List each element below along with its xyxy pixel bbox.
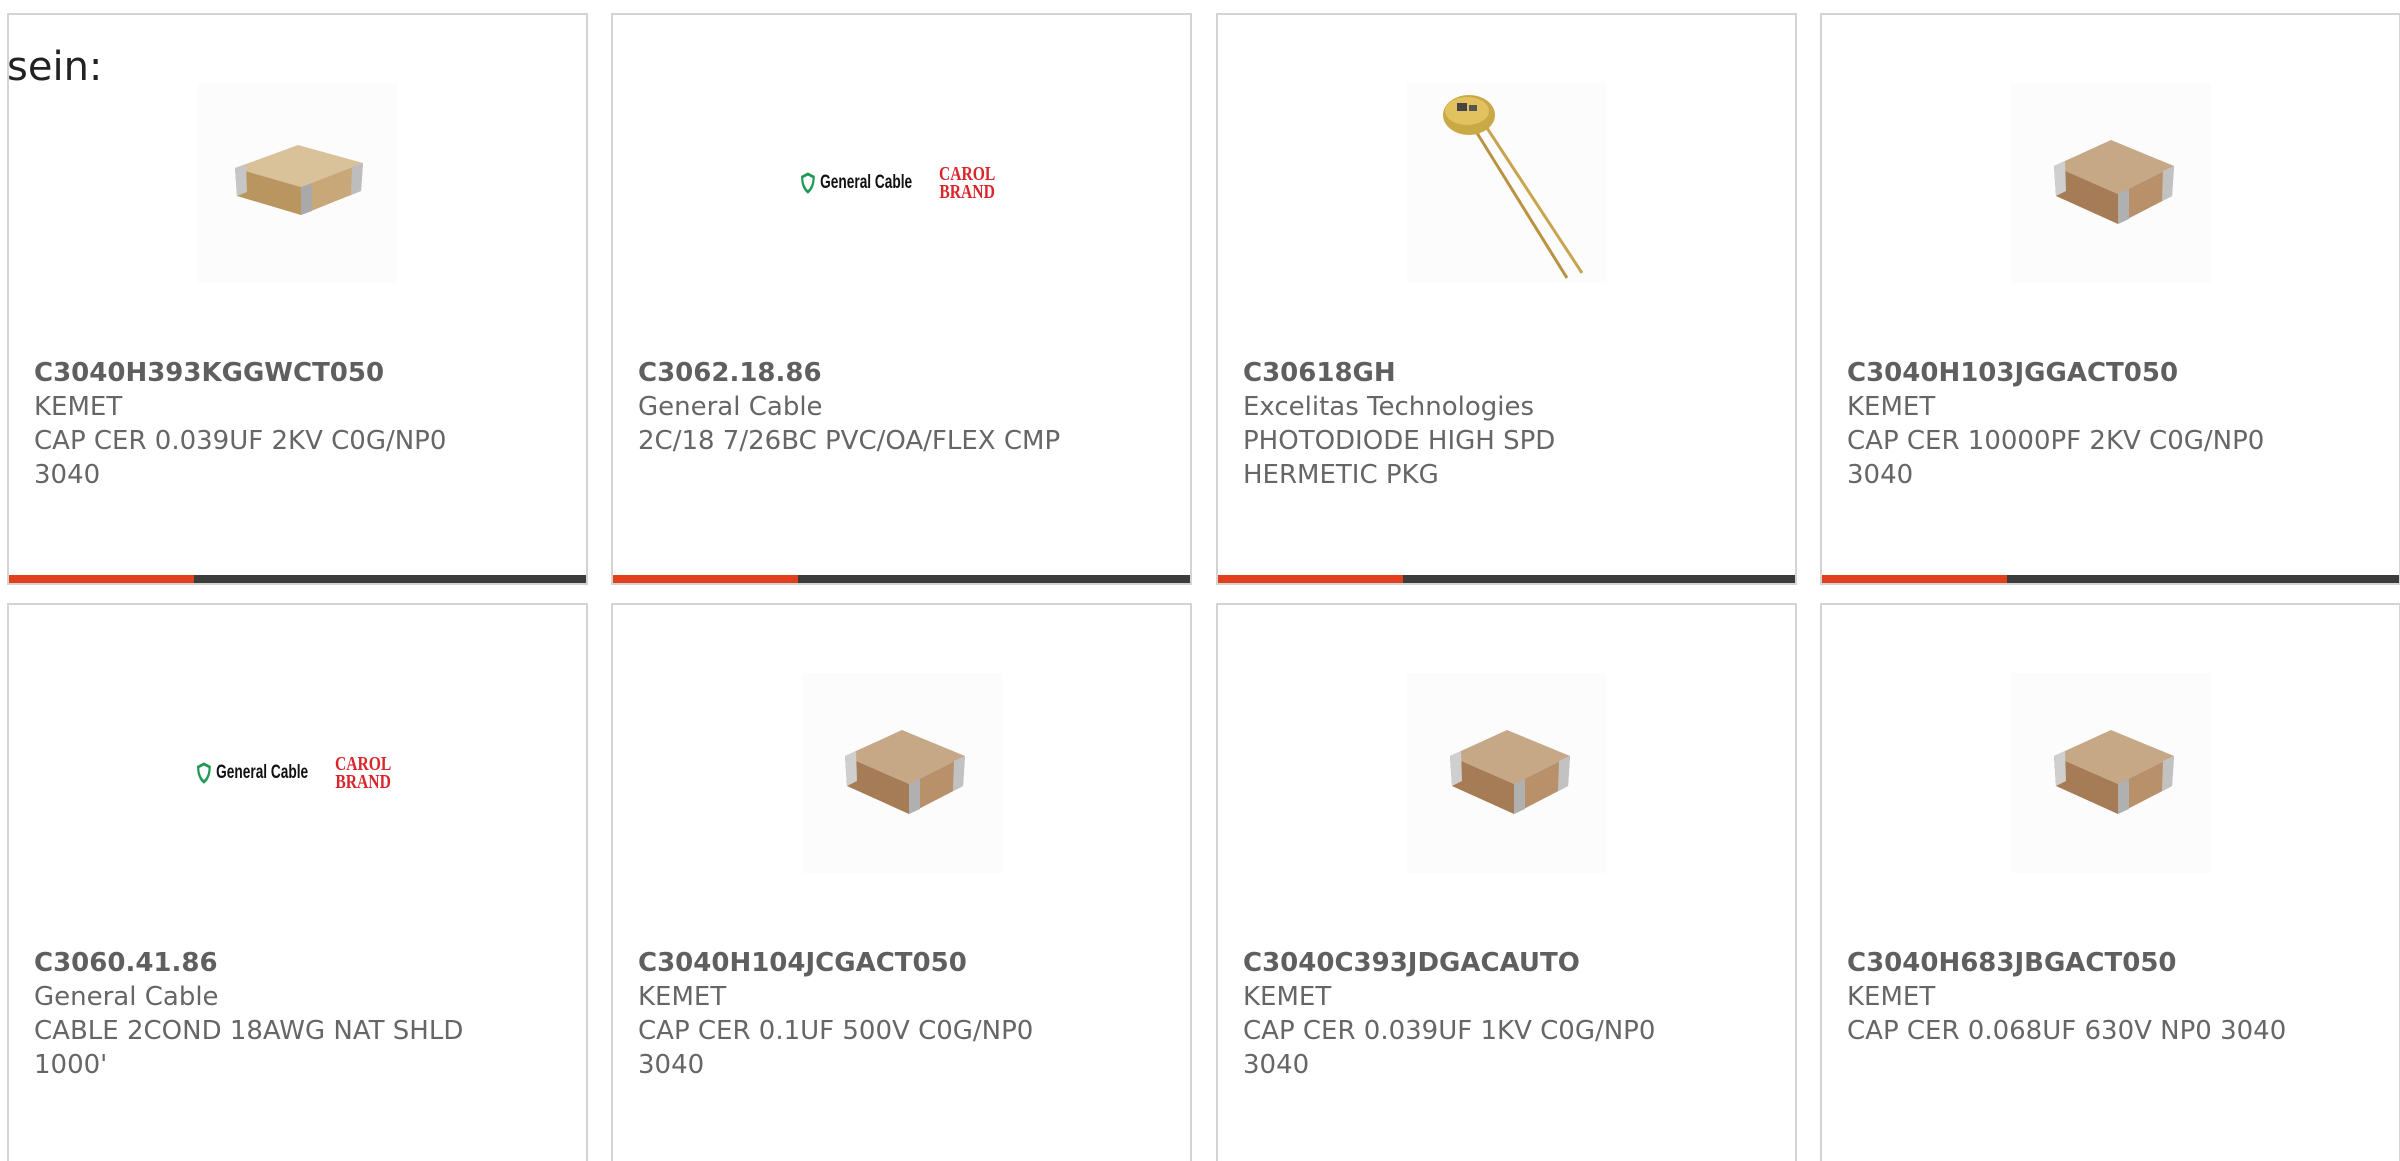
product-image[interactable] — [2010, 673, 2211, 873]
product-info: C3040H103JGGACT050 KEMET CAP CER 10000PF… — [1847, 356, 2379, 492]
part-number[interactable]: C3060.41.86 — [34, 946, 566, 980]
product-card[interactable]: C30618GH Excelitas Technologies PHOTODIO… — [1216, 13, 1797, 585]
manufacturer: General Cable — [34, 982, 219, 1012]
product-image[interactable] — [197, 83, 398, 283]
product-info: C3040H683JBGACT050 KEMET CAP CER 0.068UF… — [1847, 946, 2379, 1048]
shield-icon — [800, 172, 815, 194]
progress-bar — [1218, 575, 1795, 583]
progress-bar — [1822, 575, 2399, 583]
description: CAP CER 0.068UF 630V NP0 3040 — [1847, 1016, 2287, 1046]
part-number[interactable]: C30618GH — [1243, 356, 1775, 390]
part-number[interactable]: C3040H104JCGACT050 — [638, 946, 1170, 980]
progress-fill — [1822, 575, 2007, 583]
product-card[interactable]: General Cable CAROL BRAND C3062.18.86 Ge… — [611, 13, 1192, 585]
description: CABLE 2COND 18AWG NAT SHLD 1000' — [34, 1016, 464, 1080]
product-info: C30618GH Excelitas Technologies PHOTODIO… — [1243, 356, 1775, 492]
product-card[interactable]: C3040C393JDGACAUTO KEMET CAP CER 0.039UF… — [1216, 603, 1797, 1161]
part-number[interactable]: C3040H103JGGACT050 — [1847, 356, 2379, 390]
ceramic-capacitor-icon — [234, 145, 363, 215]
manufacturer: KEMET — [34, 392, 123, 422]
product-grid: sein: C3040H393KGGWCT050 KEMET CAP CER 0… — [0, 0, 2400, 1161]
photodiode-icon — [1442, 95, 1583, 279]
product-card[interactable]: C3040H393KGGWCT050 KEMET CAP CER 0.039UF… — [7, 13, 588, 585]
manufacturer: Excelitas Technologies — [1243, 392, 1535, 422]
product-card[interactable]: C3040H683JBGACT050 KEMET CAP CER 0.068UF… — [1820, 603, 2400, 1161]
section-prefix-text: sein: — [7, 44, 103, 90]
progress-fill — [9, 575, 194, 583]
manufacturer: KEMET — [1847, 982, 1936, 1012]
product-info: C3062.18.86 General Cable 2C/18 7/26BC P… — [638, 356, 1170, 458]
progress-fill — [613, 575, 798, 583]
product-image[interactable] — [2010, 83, 2211, 283]
part-number[interactable]: C3040H683JBGACT050 — [1847, 946, 2379, 980]
product-card[interactable]: C3040H103JGGACT050 KEMET CAP CER 10000PF… — [1820, 13, 2400, 585]
ceramic-capacitor-icon — [2053, 140, 2174, 224]
product-info: C3040C393JDGACAUTO KEMET CAP CER 0.039UF… — [1243, 946, 1775, 1082]
progress-fill — [1218, 575, 1403, 583]
product-info: C3040H393KGGWCT050 KEMET CAP CER 0.039UF… — [34, 356, 566, 492]
product-info: C3060.41.86 General Cable CABLE 2COND 18… — [34, 946, 566, 1082]
description: PHOTODIODE HIGH SPD HERMETIC PKG — [1243, 426, 1556, 490]
ceramic-capacitor-icon — [844, 730, 965, 814]
progress-bar — [613, 575, 1190, 583]
description: CAP CER 0.1UF 500V C0G/NP0 3040 — [638, 1016, 1034, 1080]
product-info: C3040H104JCGACT050 KEMET CAP CER 0.1UF 5… — [638, 946, 1170, 1082]
manufacturer: KEMET — [638, 982, 727, 1012]
description: CAP CER 0.039UF 2KV C0G/NP0 3040 — [34, 426, 447, 490]
manufacturer: General Cable — [638, 392, 823, 422]
product-image[interactable] — [1406, 673, 1607, 873]
product-card[interactable]: C3040H104JCGACT050 KEMET CAP CER 0.1UF 5… — [611, 603, 1192, 1161]
description: CAP CER 0.039UF 1KV C0G/NP0 3040 — [1243, 1016, 1656, 1080]
product-image[interactable]: General Cable CAROL BRAND — [196, 673, 400, 873]
product-card[interactable]: General Cable CAROL BRAND C3060.41.86 Ge… — [7, 603, 588, 1161]
product-image[interactable] — [1406, 83, 1607, 283]
part-number[interactable]: C3040C393JDGACAUTO — [1243, 946, 1775, 980]
ceramic-capacitor-icon — [2053, 730, 2174, 814]
description: 2C/18 7/26BC PVC/OA/FLEX CMP — [638, 426, 1061, 456]
general-cable-logo: General Cable CAROL BRAND — [196, 754, 400, 792]
part-number[interactable]: C3040H393KGGWCT050 — [34, 356, 566, 390]
ceramic-capacitor-icon — [1449, 730, 1570, 814]
manufacturer: KEMET — [1243, 982, 1332, 1012]
manufacturer: KEMET — [1847, 392, 1936, 422]
description: CAP CER 10000PF 2KV C0G/NP0 3040 — [1847, 426, 2265, 490]
shield-icon — [196, 762, 211, 784]
progress-bar — [9, 575, 586, 583]
product-image[interactable] — [801, 673, 1002, 873]
part-number[interactable]: C3062.18.86 — [638, 356, 1170, 390]
general-cable-logo: General Cable CAROL BRAND — [800, 164, 1004, 202]
product-image[interactable]: General Cable CAROL BRAND — [800, 83, 1004, 283]
